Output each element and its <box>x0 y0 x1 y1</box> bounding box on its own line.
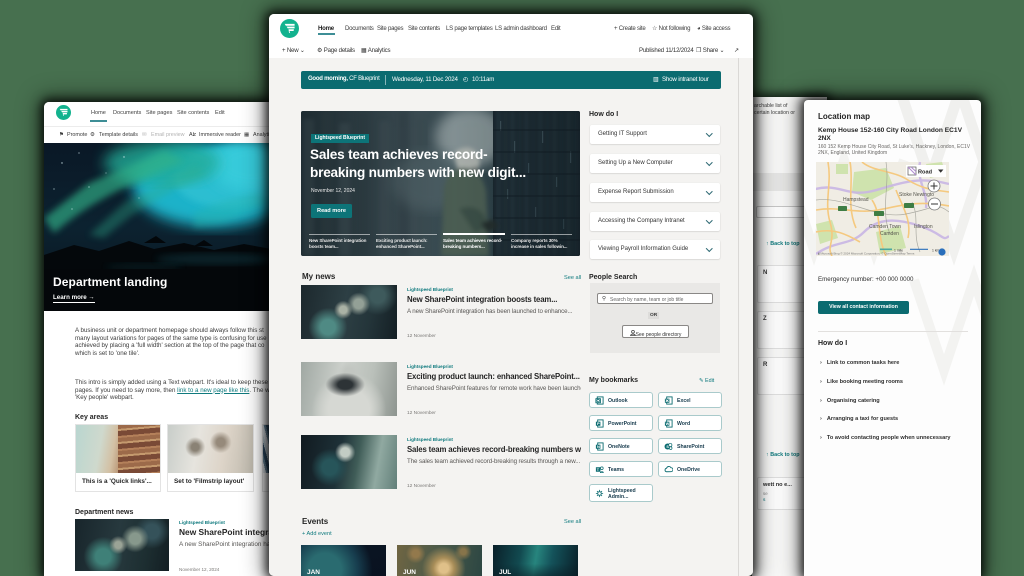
svg-text:Stoke Newingto: Stoke Newingto <box>899 192 934 198</box>
svg-text:▮ Microsoft Bing © 2024 Micros: ▮ Microsoft Bing © 2024 Microsoft Corpor… <box>818 252 915 256</box>
svg-text:Hampstead: Hampstead <box>843 197 869 203</box>
svg-text:1 km: 1 km <box>932 249 940 253</box>
svg-text:W: W <box>666 422 670 426</box>
svg-text:P: P <box>597 421 600 426</box>
svg-text:Road: Road <box>918 170 933 176</box>
svg-text:Camden Town: Camden Town <box>869 224 901 230</box>
svg-text:N: N <box>597 444 600 449</box>
svg-text:Islington: Islington <box>914 224 933 230</box>
svg-text:Camden: Camden <box>880 231 899 237</box>
